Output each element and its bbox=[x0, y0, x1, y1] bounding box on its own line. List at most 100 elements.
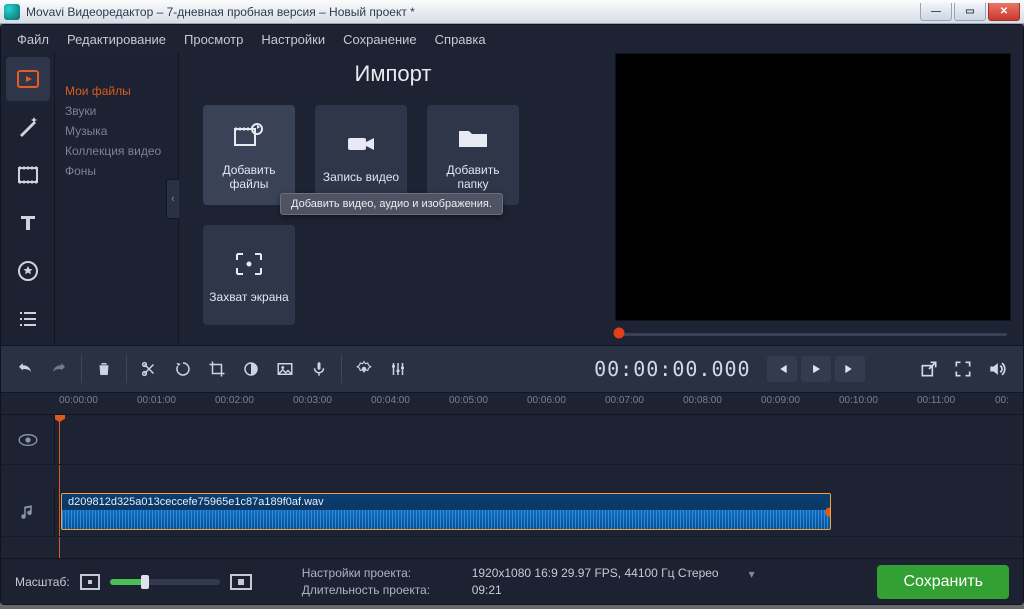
toolbar: 00:00:00.000 bbox=[1, 345, 1023, 393]
ruler-tick: 00:02:00 bbox=[215, 395, 254, 406]
category-panel: Мои файлы Звуки Музыка Коллекция видео Ф… bbox=[55, 53, 179, 345]
sidebar-more[interactable] bbox=[6, 297, 50, 341]
next-frame-button[interactable] bbox=[835, 356, 865, 382]
import-title: Импорт bbox=[179, 61, 607, 87]
sidebar-filters[interactable] bbox=[6, 105, 50, 149]
contrast-icon bbox=[242, 360, 260, 378]
zoom-label: Масштаб: bbox=[15, 575, 70, 589]
timeline-ruler[interactable]: 00:00:0000:01:0000:02:0000:03:0000:04:00… bbox=[1, 393, 1023, 415]
tile-record-video[interactable]: Запись видео bbox=[315, 105, 407, 205]
window-titlebar: Movavi Видеоредактор – 7-дневная пробная… bbox=[0, 0, 1024, 24]
tile-label: Добавить файлы bbox=[207, 163, 291, 191]
menu-help[interactable]: Справка bbox=[435, 32, 486, 47]
screen-frame-icon bbox=[231, 246, 267, 282]
rotate-button[interactable] bbox=[169, 355, 197, 383]
timeline-tracks: d209812d325a013ceccefe75965e1c87a189f0af… bbox=[1, 415, 1023, 558]
ruler-tick: 00:09:00 bbox=[761, 395, 800, 406]
eye-icon bbox=[17, 432, 39, 448]
video-track-head[interactable] bbox=[1, 415, 55, 464]
image-icon bbox=[276, 360, 294, 378]
timecode-display: 00:00:00.000 bbox=[584, 357, 761, 381]
zoom-knob[interactable] bbox=[141, 575, 149, 589]
ruler-tick: 00:03:00 bbox=[293, 395, 332, 406]
sidebar-import[interactable] bbox=[6, 57, 50, 101]
project-duration-label: Длительность проекта: bbox=[302, 583, 442, 597]
ruler-tick: 00:00:00 bbox=[59, 395, 98, 406]
video-track[interactable] bbox=[1, 415, 1023, 465]
delete-button[interactable] bbox=[90, 355, 118, 383]
settings-button[interactable] bbox=[350, 355, 378, 383]
progress-knob[interactable] bbox=[614, 328, 625, 339]
collapse-categories-button[interactable]: ‹ bbox=[166, 179, 180, 219]
prev-frame-button[interactable] bbox=[767, 356, 797, 382]
ruler-tick: 00:05:00 bbox=[449, 395, 488, 406]
cut-button[interactable] bbox=[135, 355, 163, 383]
menu-view[interactable]: Просмотр bbox=[184, 32, 243, 47]
camera-icon bbox=[343, 126, 379, 162]
redo-button[interactable] bbox=[45, 355, 73, 383]
audio-clip[interactable]: d209812d325a013ceccefe75965e1c87a189f0af… bbox=[61, 493, 831, 530]
crop-button[interactable] bbox=[203, 355, 231, 383]
skip-forward-icon bbox=[843, 362, 857, 376]
tile-label: Добавить папку bbox=[431, 163, 515, 191]
tile-label: Запись видео bbox=[323, 170, 399, 184]
audio-track[interactable]: d209812d325a013ceccefe75965e1c87a189f0af… bbox=[1, 487, 1023, 537]
skip-back-icon bbox=[775, 362, 789, 376]
popout-button[interactable] bbox=[915, 355, 943, 383]
ruler-tick: 00:01:00 bbox=[137, 395, 176, 406]
window-close-button[interactable]: ✕ bbox=[988, 3, 1020, 21]
audio-track-head[interactable] bbox=[1, 487, 55, 536]
sidebar-transitions[interactable] bbox=[6, 153, 50, 197]
preview-progress[interactable] bbox=[619, 327, 1007, 339]
play-button[interactable] bbox=[801, 356, 831, 382]
tile-screen-capture[interactable]: Захват экрана bbox=[203, 225, 295, 325]
ruler-tick: 00:07:00 bbox=[605, 395, 644, 406]
volume-icon bbox=[987, 359, 1007, 379]
category-music[interactable]: Музыка bbox=[65, 121, 168, 141]
menu-save[interactable]: Сохранение bbox=[343, 32, 417, 47]
tile-add-files[interactable]: Добавить файлы bbox=[203, 105, 295, 205]
mic-button[interactable] bbox=[305, 355, 333, 383]
menu-edit[interactable]: Редактирование bbox=[67, 32, 166, 47]
undo-button[interactable] bbox=[11, 355, 39, 383]
sidebar-stickers[interactable] bbox=[6, 249, 50, 293]
zoom-in-icon[interactable] bbox=[230, 574, 252, 590]
redo-icon bbox=[50, 360, 68, 378]
sidebar-titles[interactable] bbox=[6, 201, 50, 245]
image-button[interactable] bbox=[271, 355, 299, 383]
tile-label: Захват экрана bbox=[209, 290, 288, 304]
statusbar: Масштаб: Настройки проекта: 1920x1080 16… bbox=[1, 558, 1023, 604]
microphone-icon bbox=[310, 360, 328, 378]
ruler-tick: 00:10:00 bbox=[839, 395, 878, 406]
zoom-out-icon[interactable] bbox=[80, 574, 100, 590]
volume-button[interactable] bbox=[983, 355, 1011, 383]
menu-file[interactable]: Файл bbox=[17, 32, 49, 47]
menu-settings[interactable]: Настройки bbox=[261, 32, 325, 47]
film-play-icon bbox=[16, 67, 40, 91]
category-sounds[interactable]: Звуки bbox=[65, 101, 168, 121]
ruler-tick: 00:11:00 bbox=[917, 395, 955, 406]
tile-add-folder[interactable]: Добавить папку bbox=[427, 105, 519, 205]
folder-icon bbox=[455, 119, 491, 155]
list-icon bbox=[16, 307, 40, 331]
category-backgrounds[interactable]: Фоны bbox=[65, 161, 168, 181]
save-button[interactable]: Сохранить bbox=[877, 565, 1009, 599]
tile-tooltip: Добавить видео, аудио и изображения. bbox=[280, 193, 503, 215]
preview-screen bbox=[615, 53, 1011, 321]
ruler-tick: 00:06:00 bbox=[527, 395, 566, 406]
clip-end-handle[interactable] bbox=[825, 507, 831, 516]
window-minimize-button[interactable]: — bbox=[920, 3, 952, 21]
window-maximize-button[interactable]: ▭ bbox=[954, 3, 986, 21]
category-video-collection[interactable]: Коллекция видео bbox=[65, 141, 168, 161]
popout-icon bbox=[919, 359, 939, 379]
magic-wand-icon bbox=[16, 115, 40, 139]
trash-icon bbox=[95, 360, 113, 378]
project-settings-open[interactable]: ▾ bbox=[749, 567, 755, 581]
project-settings-value: 1920x1080 16:9 29.97 FPS, 44100 Гц Стере… bbox=[472, 566, 719, 580]
app-icon bbox=[4, 4, 20, 20]
color-button[interactable] bbox=[237, 355, 265, 383]
fullscreen-button[interactable] bbox=[949, 355, 977, 383]
category-my-files[interactable]: Мои файлы bbox=[65, 81, 168, 101]
equalizer-button[interactable] bbox=[384, 355, 412, 383]
zoom-slider[interactable] bbox=[110, 579, 220, 585]
